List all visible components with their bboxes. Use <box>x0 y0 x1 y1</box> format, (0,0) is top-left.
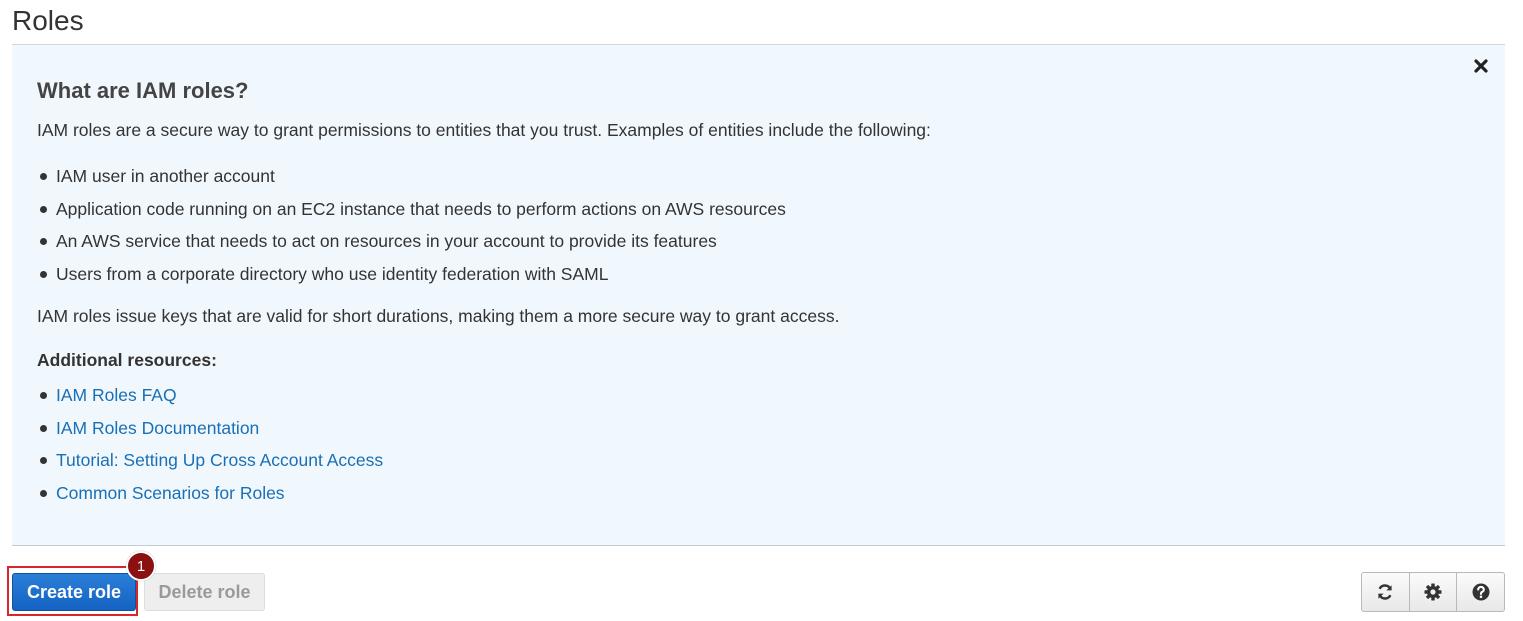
gear-icon[interactable] <box>1410 573 1458 611</box>
info-intro: IAM roles are a secure way to grant perm… <box>37 120 931 140</box>
list-item: An AWS service that needs to act on reso… <box>37 229 786 262</box>
refresh-icon[interactable] <box>1362 573 1410 611</box>
delete-role-button[interactable]: Delete role <box>144 573 265 611</box>
page-title: Roles <box>12 5 84 36</box>
link-common-scenarios[interactable]: Common Scenarios for Roles <box>56 483 285 503</box>
step-badge: 1 <box>126 551 156 581</box>
entity-list: IAM user in another account Application … <box>37 164 786 294</box>
list-item: Common Scenarios for Roles <box>37 481 383 514</box>
resource-list: IAM Roles FAQ IAM Roles Documentation Tu… <box>37 383 383 513</box>
list-item: Users from a corporate directory who use… <box>37 262 786 295</box>
link-cross-account-tutorial[interactable]: Tutorial: Setting Up Cross Account Acces… <box>56 450 383 470</box>
info-panel: What are IAM roles? IAM roles are a secu… <box>12 44 1505 546</box>
info-heading: What are IAM roles? <box>37 78 249 103</box>
link-iam-roles-documentation[interactable]: IAM Roles Documentation <box>56 418 259 438</box>
help-icon[interactable] <box>1457 573 1504 611</box>
info-outro: IAM roles issue keys that are valid for … <box>37 306 840 326</box>
list-item: Application code running on an EC2 insta… <box>37 197 786 230</box>
list-item: Tutorial: Setting Up Cross Account Acces… <box>37 448 383 481</box>
table-actions-group <box>1361 572 1505 612</box>
list-item: IAM Roles FAQ <box>37 383 383 416</box>
resources-heading: Additional resources: <box>37 350 217 370</box>
create-role-button[interactable]: Create role <box>12 573 136 611</box>
link-iam-roles-faq[interactable]: IAM Roles FAQ <box>56 385 177 405</box>
close-icon[interactable] <box>1473 57 1489 75</box>
list-item: IAM Roles Documentation <box>37 416 383 449</box>
list-item: IAM user in another account <box>37 164 786 197</box>
